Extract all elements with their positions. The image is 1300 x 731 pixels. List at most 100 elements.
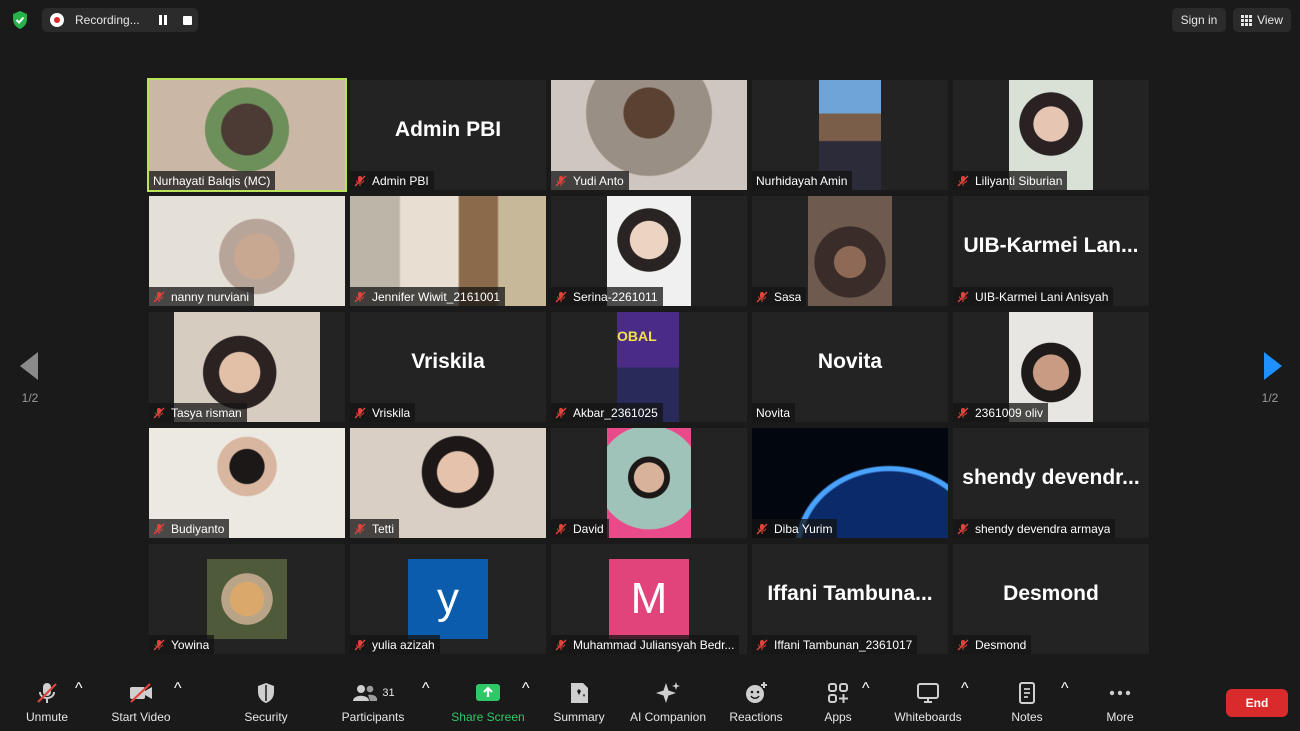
participant-name: Admin PBI	[372, 173, 429, 188]
participant-name: Muhammad Juliansyah Bedr...	[573, 637, 735, 652]
notes-label: Notes	[1011, 710, 1043, 724]
participant-tile[interactable]: Desmond Desmond	[953, 544, 1149, 654]
audio-options-caret-icon[interactable]: ^	[75, 680, 83, 698]
participant-tile[interactable]: Budiyanto	[149, 428, 345, 538]
participant-tile[interactable]: Iffani Tambuna... Iffani Tambunan_236101…	[752, 544, 948, 654]
participant-label: Diba Yurim	[752, 519, 838, 538]
participant-label: Muhammad Juliansyah Bedr...	[551, 635, 740, 654]
summary-label: Summary	[553, 710, 605, 724]
unmute-button[interactable]: Unmute	[20, 680, 74, 724]
notes-button[interactable]: Notes	[1004, 680, 1050, 724]
participants-button[interactable]: 31 Participants	[338, 680, 408, 724]
participant-name: 2361009 oliv	[975, 405, 1044, 420]
unmute-label: Unmute	[25, 710, 69, 724]
participant-label: Sasa	[752, 287, 807, 306]
participant-count: 31	[382, 687, 395, 699]
participant-label: David	[551, 519, 609, 538]
mic-muted-icon	[555, 175, 567, 186]
pause-icon[interactable]	[159, 15, 169, 25]
participants-caret-icon[interactable]: ^	[422, 680, 430, 698]
security-button[interactable]: Security	[238, 680, 294, 724]
participant-tile[interactable]: nanny nurviani	[149, 196, 345, 306]
participant-tile[interactable]: UIB-Karmei Lan... UIB-Karmei Lani Anisya…	[953, 196, 1149, 306]
participant-name: Yowina	[171, 637, 210, 652]
security-label: Security	[244, 710, 288, 724]
participant-name: Iffani Tambunan_2361017	[774, 637, 913, 652]
whiteboards-caret-icon[interactable]: ^	[961, 680, 969, 698]
poster-text: OBAL	[617, 328, 657, 344]
apps-button[interactable]: Apps	[818, 680, 858, 724]
participant-name: Novita	[756, 405, 791, 420]
stop-icon[interactable]	[183, 15, 192, 25]
participant-tile[interactable]: Nurhayati Balqis (MC)	[147, 78, 347, 192]
participant-display-name: UIB-Karmei Lan...	[963, 234, 1139, 257]
summary-button[interactable]: Summary	[550, 680, 608, 724]
participant-name: Sasa	[774, 289, 802, 304]
participant-tile[interactable]: Yudi Anto	[551, 80, 747, 190]
video-off-icon	[130, 683, 152, 703]
participant-tile[interactable]: Yowina	[149, 544, 345, 654]
participant-display-name: Admin PBI	[394, 118, 502, 141]
start-video-button[interactable]: Start Video	[104, 680, 178, 724]
notes-icon	[1019, 682, 1035, 704]
participant-name: Liliyanti Siburian	[975, 173, 1063, 188]
share-options-caret-icon[interactable]: ^	[522, 680, 530, 698]
notes-caret-icon[interactable]: ^	[1061, 680, 1069, 698]
participant-tile[interactable]: Vriskila Vriskila	[350, 312, 546, 422]
share-screen-button[interactable]: Share Screen	[450, 680, 526, 724]
participant-tile[interactable]: Tasya risman	[149, 312, 345, 422]
participant-name: Vriskila	[372, 405, 411, 420]
participant-tile[interactable]: y yulia azizah	[350, 544, 546, 654]
participant-tile[interactable]: Liliyanti Siburian	[953, 80, 1149, 190]
avatar: y	[408, 559, 488, 639]
next-page-arrow-icon[interactable]	[1252, 346, 1292, 386]
mic-muted-icon	[37, 683, 57, 703]
participant-tile[interactable]: Diba Yurim	[752, 428, 948, 538]
participant-name: Desmond	[975, 637, 1027, 652]
participant-label: Desmond	[953, 635, 1032, 654]
record-icon	[50, 13, 64, 27]
ai-companion-button[interactable]: AI Companion	[624, 680, 712, 724]
participant-tile[interactable]: Nurhidayah Amin	[752, 80, 948, 190]
participant-tile[interactable]: Tetti	[350, 428, 546, 538]
mic-muted-icon	[957, 639, 969, 650]
participant-label: UIB-Karmei Lani Anisyah	[953, 287, 1114, 306]
ai-companion-label: AI Companion	[629, 710, 707, 724]
sign-in-button[interactable]: Sign in	[1172, 8, 1226, 32]
participant-label: Admin PBI	[350, 171, 434, 190]
participant-tile[interactable]: Serina-2261011	[551, 196, 747, 306]
participant-tile[interactable]: 2361009 oliv	[953, 312, 1149, 422]
avatar: M	[609, 559, 689, 639]
security-shield-icon	[258, 683, 274, 703]
whiteboards-button[interactable]: Whiteboards	[888, 680, 968, 724]
mic-muted-icon	[555, 639, 567, 650]
recording-indicator[interactable]: Recording...	[42, 8, 198, 32]
participant-tile[interactable]: Sasa	[752, 196, 948, 306]
participant-display-name: shendy devendr...	[962, 466, 1140, 489]
previous-page-arrow-icon[interactable]	[10, 346, 50, 386]
participant-tile[interactable]: M Muhammad Juliansyah Bedr...	[551, 544, 747, 654]
shield-check-icon[interactable]	[10, 10, 30, 30]
participant-name: Tetti	[372, 521, 395, 536]
participant-label: yulia azizah	[350, 635, 440, 654]
participant-name: David	[573, 521, 604, 536]
reactions-button[interactable]: Reactions	[726, 680, 786, 724]
participant-tile[interactable]: Jennifer Wiwit_2161001	[350, 196, 546, 306]
participant-name: Nurhidayah Amin	[756, 173, 848, 188]
participant-label: Akbar_2361025	[551, 403, 663, 422]
participant-tile[interactable]: Novita Novita	[752, 312, 948, 422]
participant-name: nanny nurviani	[171, 289, 250, 304]
participant-tile[interactable]: OBAL Akbar_2361025	[551, 312, 747, 422]
participant-tile[interactable]: shendy devendr... shendy devendra armaya	[953, 428, 1149, 538]
participant-name: Serina-2261011	[573, 289, 658, 304]
participant-tile[interactable]: David	[551, 428, 747, 538]
apps-caret-icon[interactable]: ^	[862, 680, 870, 698]
video-options-caret-icon[interactable]: ^	[174, 680, 182, 698]
apps-label: Apps	[824, 710, 852, 724]
end-meeting-button[interactable]: End	[1226, 689, 1288, 717]
more-label: More	[1106, 710, 1134, 724]
more-button[interactable]: More	[1098, 680, 1142, 724]
view-button[interactable]: View	[1233, 8, 1291, 32]
participant-tile[interactable]: Admin PBI Admin PBI	[350, 80, 546, 190]
share-screen-label: Share Screen	[451, 710, 525, 724]
